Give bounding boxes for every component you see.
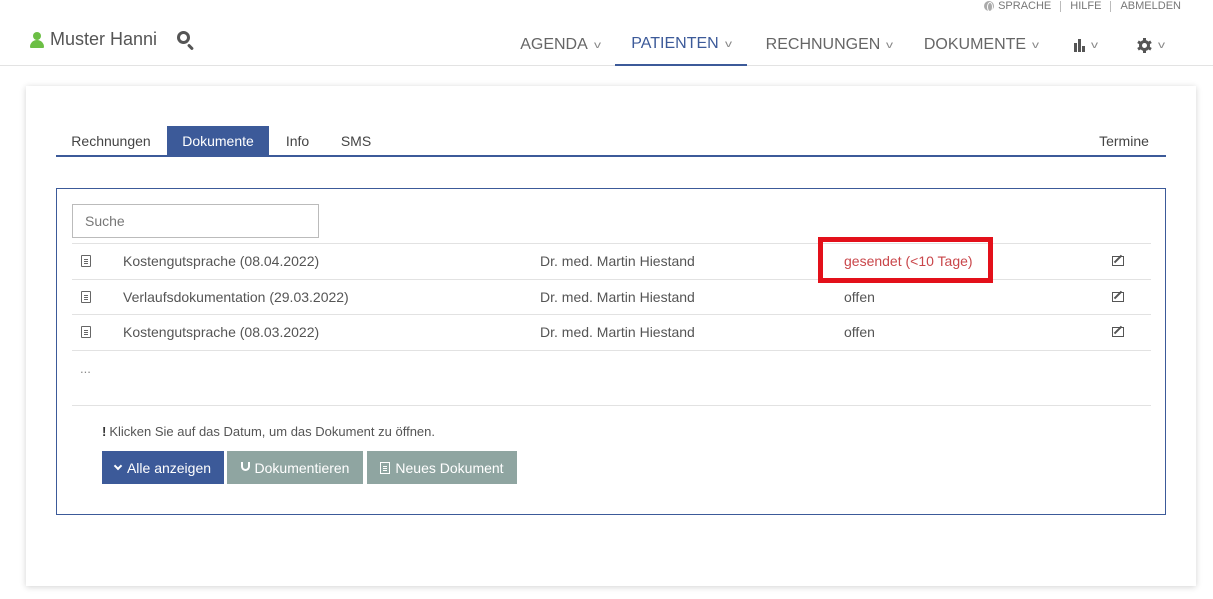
tab-termine[interactable]: Termine — [1082, 126, 1166, 155]
edit-icon[interactable] — [1112, 291, 1124, 302]
chevron-down-icon: v — [593, 39, 601, 51]
document-author: Dr. med. Martin Hiestand — [540, 288, 695, 305]
edit-icon[interactable] — [1112, 256, 1124, 267]
edit-icon[interactable] — [1112, 327, 1124, 338]
nav-item-patienten[interactable]: PATIENTEN v — [615, 24, 747, 66]
nav-item-label: PATIENTEN — [631, 35, 719, 52]
table-row: Kostengutsprache (08.04.2022) Dr. med. M… — [72, 244, 1151, 280]
tab-bar: Rechnungen Dokumente Info SMS Termine — [56, 126, 1166, 157]
tab-dokumente[interactable]: Dokumente — [167, 126, 269, 155]
status-badge: offen — [844, 324, 875, 341]
nav-item-rechnungen[interactable]: RECHNUNGEN v — [750, 24, 908, 66]
tab-label: Dokumente — [182, 132, 254, 149]
gear-icon — [1136, 37, 1152, 53]
nav-item-statistics[interactable]: v — [1060, 24, 1110, 66]
button-label: Neues Dokument — [395, 459, 504, 476]
chevron-down-icon — [113, 461, 123, 471]
status-badge: gesendet (<10 Tage) — [844, 253, 973, 270]
tab-label: Termine — [1099, 132, 1149, 149]
patient-card: Rechnungen Dokumente Info SMS Termine Ko… — [26, 86, 1196, 586]
chevron-down-icon: v — [724, 38, 732, 50]
new-document-button[interactable]: Neues Dokument — [367, 451, 517, 484]
more-indicator: ... — [80, 361, 91, 376]
chevron-down-icon: v — [1157, 39, 1165, 51]
exclamation-icon: ! — [102, 424, 107, 439]
show-all-button[interactable]: Alle anzeigen — [102, 451, 224, 484]
chevron-down-icon: v — [1090, 39, 1098, 51]
tab-rechnungen[interactable]: Rechnungen — [56, 126, 166, 155]
tab-label: SMS — [340, 132, 372, 149]
document-name-link[interactable]: Kostengutsprache (08.04.2022) — [123, 253, 319, 269]
documents-table: Kostengutsprache (08.04.2022) Dr. med. M… — [72, 243, 1151, 351]
status-badge: offen — [844, 288, 875, 305]
nav-item-agenda[interactable]: AGENDA v — [505, 24, 615, 66]
button-label: Alle anzeigen — [126, 459, 212, 476]
tab-label: Info — [285, 132, 310, 149]
table-row: Verlaufsdokumentation (29.03.2022) Dr. m… — [72, 280, 1151, 315]
document-author: Dr. med. Martin Hiestand — [540, 324, 695, 341]
tab-info[interactable]: Info — [271, 126, 324, 155]
document-name-link[interactable]: Kostengutsprache (08.03.2022) — [123, 324, 319, 340]
button-label: Dokumentieren — [254, 459, 350, 476]
stethoscope-icon — [240, 462, 250, 471]
nav-item-dokumente[interactable]: DOKUMENTE v — [910, 24, 1052, 66]
nav-item-label: RECHNUNGEN — [765, 36, 881, 53]
hint-label: Klicken Sie auf das Datum, um das Dokume… — [109, 424, 435, 439]
search-input[interactable] — [72, 204, 319, 238]
chevron-down-icon: v — [1032, 39, 1040, 51]
nav-item-label: AGENDA — [520, 36, 588, 53]
header: Muster Hanni AGENDA v PATIENTEN v RECHNUNG… — [0, 0, 1213, 66]
table-row: Kostengutsprache (08.03.2022) Dr. med. M… — [72, 315, 1151, 351]
file-icon — [81, 290, 91, 303]
file-icon — [81, 255, 91, 268]
document-author: Dr. med. Martin Hiestand — [540, 253, 695, 270]
tab-label: Rechnungen — [71, 132, 151, 149]
chevron-down-icon: v — [886, 39, 894, 51]
main-nav: AGENDA v PATIENTEN v RECHNUNGEN v DOKUMENTE… — [0, 24, 1213, 66]
divider — [72, 405, 1151, 406]
document-button[interactable]: Dokumentieren — [227, 451, 363, 484]
hint-text: ! Klicken Sie auf das Datum, um das Doku… — [102, 424, 435, 439]
bar-chart-icon — [1073, 38, 1085, 52]
file-icon — [81, 326, 91, 339]
file-icon — [380, 461, 391, 474]
nav-item-settings[interactable]: v — [1122, 24, 1178, 66]
document-name-link[interactable]: Verlaufsdokumentation (29.03.2022) — [123, 289, 349, 305]
nav-item-label: DOKUMENTE — [923, 36, 1027, 53]
tab-sms[interactable]: SMS — [325, 126, 387, 155]
documents-panel: Kostengutsprache (08.04.2022) Dr. med. M… — [56, 188, 1166, 515]
